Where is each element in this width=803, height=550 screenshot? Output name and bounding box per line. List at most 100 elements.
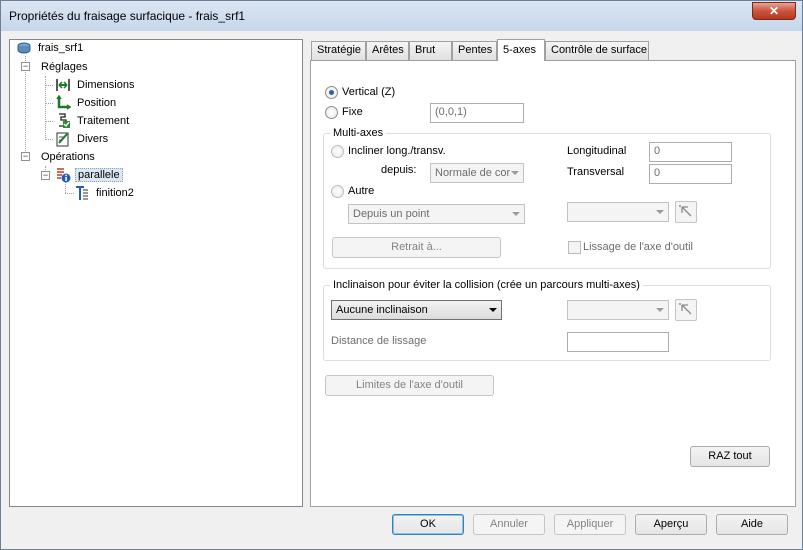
fixed-radio[interactable] [325,106,338,119]
chevron-down-icon [512,212,520,216]
properties-dialog: Propriétés du fraisage surfacique - frai… [0,0,803,550]
other-mode-value: Depuis un point [353,208,430,220]
close-button[interactable]: ✕ [752,2,796,20]
part-icon [16,40,32,56]
preview-button[interactable]: Aperçu [635,514,707,535]
processing-icon [55,113,71,129]
tree-connector [45,103,53,104]
misc-icon [55,131,71,147]
settings-expander[interactable]: − [21,62,30,71]
tree-item-dimensions[interactable]: Dimensions [55,77,136,93]
chevron-down-icon [489,308,497,312]
tree-item-misc[interactable]: Divers [55,131,110,147]
tree-item-root[interactable]: frais_srf1 [16,40,85,56]
tree-item-settings[interactable]: Réglages [39,59,89,75]
operations-expander[interactable]: − [21,152,30,161]
tab-surface-control[interactable]: Contrôle de surface [545,41,649,60]
tree-item-operations[interactable]: Opérations [39,149,97,165]
pick-point-button[interactable] [675,201,697,223]
transversal-field[interactable]: 0 [649,164,732,184]
tab-label: Arêtes [372,44,404,56]
tree-item-finition[interactable]: finition2 [74,185,136,201]
tab-label: Contrôle de surface [551,44,647,56]
tree-settings-item-label: Dimensions [77,79,135,91]
from-combo[interactable]: Normale de cor [430,163,524,183]
chevron-down-icon [511,171,519,175]
help-button[interactable]: Aide [716,514,788,535]
other-label: Autre [348,185,375,197]
tab-strategy[interactable]: Stratégie [311,41,366,60]
apply-label: Appliquer [566,518,614,530]
tab-label: Stratégie [317,44,362,56]
operation-tree: frais_srf1 − Réglages Dimensions Positio… [9,39,303,507]
collapse-icon: − [22,61,29,71]
chevron-down-icon [656,210,664,214]
close-icon: ✕ [768,4,780,18]
tree-operation-label: parallele [75,168,123,182]
tree-connector [45,85,53,86]
tab-slopes[interactable]: Pentes [452,41,497,60]
reset-all-button[interactable]: RAZ tout [690,446,770,467]
fixed-vector-field[interactable]: (0,0,1) [430,103,524,123]
collision-title: Inclinaison pour éviter la collision (cr… [330,279,643,291]
tab-edges[interactable]: Arêtes [366,41,409,60]
window-title: Propriétés du fraisage surfacique - frai… [9,9,246,23]
preview-label: Aperçu [653,518,689,530]
apply-button[interactable]: Appliquer [554,514,626,535]
collision-mode-value: Aucune inclinaison [336,304,428,316]
tab-label: 5-axes [503,44,537,56]
smoothing-label: Lissage de l'axe d'outil [583,241,693,253]
retract-button[interactable]: Retrait à... [332,237,501,258]
dimensions-icon [55,77,71,93]
tree-item-position[interactable]: Position [55,94,118,111]
tilt-label: Incliner long./transv. [348,145,446,157]
tool-axis-limits-label: Limites de l'axe d'outil [356,379,463,391]
tree-settings-item-label: Position [77,97,117,109]
tree-connector [25,56,26,159]
collision-mode-combo[interactable]: Aucune inclinaison [331,300,502,320]
reset-all-label: RAZ tout [708,450,752,462]
tab-label: Pentes [458,44,493,56]
tree-settings-item-label: Divers [77,133,109,145]
tree-connector [45,139,53,140]
tree-settings-item-label: Traitement [77,115,130,127]
tab-stock[interactable]: Brut [409,41,452,60]
tab-5-axes[interactable]: 5-axes [497,39,545,61]
vertical-label: Vertical (Z) [342,86,396,98]
tilt-radio[interactable] [331,145,344,158]
multiaxes-title: Multi-axes [330,127,387,139]
position-icon [55,94,72,111]
other-mode-combo[interactable]: Depuis un point [348,204,525,224]
tab-label: Brut [415,44,436,56]
pick-collision-button[interactable] [675,299,697,321]
parallel-expander[interactable]: − [41,171,50,180]
ok-label: OK [420,518,436,530]
tree-operations-label: Opérations [41,151,95,163]
cancel-button[interactable]: Annuler [473,514,545,535]
transversal-label: Transversal [567,166,625,178]
tree-connector [45,121,53,122]
retract-button-label: Retrait à... [391,241,442,253]
longitudinal-label: Longitudinal [567,145,627,157]
fixed-label: Fixe [342,106,363,118]
collision-group [323,285,771,361]
other-radio[interactable] [331,185,344,198]
tree-item-parallel[interactable]: parallele [55,167,123,183]
ok-button[interactable]: OK [392,514,464,535]
chevron-down-icon [656,308,664,312]
smoothing-checkbox[interactable] [568,241,581,254]
vertical-radio[interactable] [325,86,338,99]
from-combo-value: Normale de cor [435,167,511,179]
point-combo[interactable] [567,202,669,222]
collision-target-combo[interactable] [567,300,669,320]
tree-sub-operation-label: finition2 [96,187,134,199]
tab-page-5-axes: Vertical (Z) Fixe (0,0,1) Multi-axes Inc… [310,60,796,507]
tree-item-processing[interactable]: Traitement [55,113,131,129]
tool-axis-limits-button[interactable]: Limites de l'axe d'outil [325,375,494,396]
from-label: depuis: [381,164,417,176]
tree-connector [65,182,66,193]
title-bar: Propriétés du fraisage surfacique - frai… [1,1,802,31]
longitudinal-field[interactable]: 0 [649,142,732,162]
tree-connector [65,193,74,194]
smoothing-distance-field[interactable] [567,332,669,352]
